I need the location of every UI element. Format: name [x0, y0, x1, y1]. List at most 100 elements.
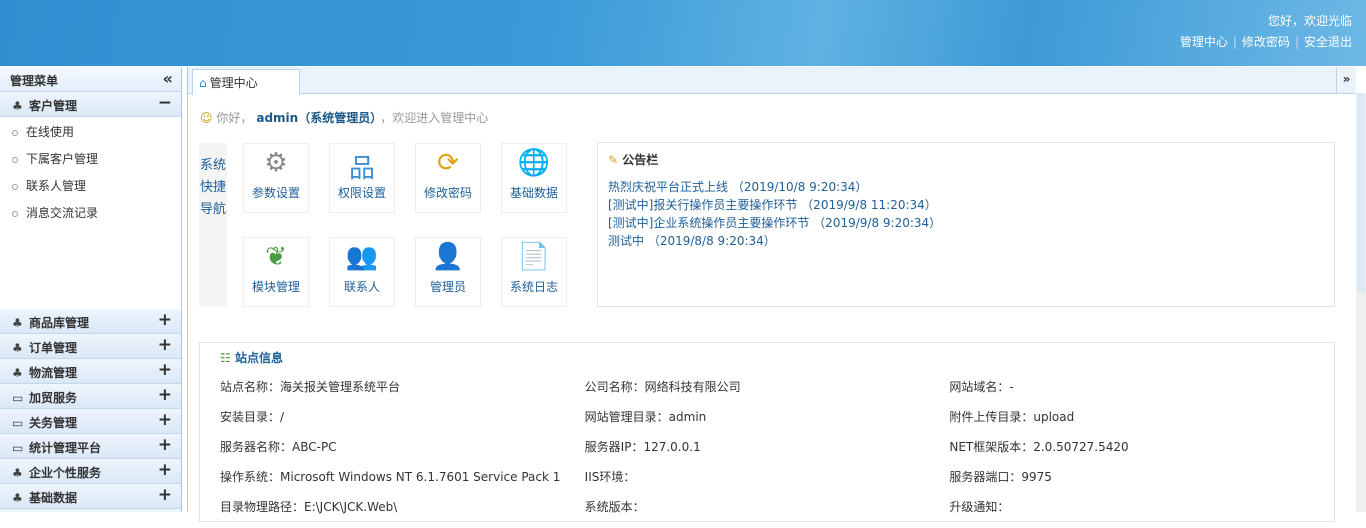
notice-title: 公告栏 — [622, 153, 659, 167]
site-info-cell: 操作系统：Microsoft Windows NT 6.1.7601 Servi… — [220, 470, 561, 484]
quicknav-icon: ❦ — [265, 242, 287, 272]
sidebar-group[interactable]: ▭ 关务管理 + — [0, 409, 181, 434]
quicknav-label: 管理员 — [429, 280, 466, 294]
bullet-icon — [12, 130, 18, 136]
site-info-row: 操作系统：Microsoft Windows NT 6.1.7601 Servi… — [220, 468, 1314, 498]
quicknav-item[interactable]: 🌐 基础数据 — [501, 143, 567, 213]
group-label: 商品库管理 — [29, 316, 90, 330]
monitor-icon: ▭ — [12, 391, 24, 405]
site-info-cell: 网站管理目录：admin — [584, 410, 707, 424]
tab-more-icon[interactable]: » — [1336, 67, 1356, 94]
quicknav-label: 模块管理 — [251, 280, 300, 294]
greeting: ☺ 你好， admin（系统管理员） ，欢迎进入管理中心 — [200, 109, 488, 126]
sidebar: 管理菜单 « ♣ 客户管理 − 在线使用下属客户管理联系人管理消息交流记录 ♣ 商品库管… — [0, 67, 182, 512]
sidebar-item[interactable]: 在线使用 — [0, 117, 181, 144]
quicknav-item[interactable]: 📄 系统日志 — [501, 237, 567, 307]
sidebar-group[interactable]: ♣ 商品库管理 + — [0, 309, 181, 334]
quicknav-label: 基础数据 — [509, 186, 558, 200]
quicknav-item[interactable]: 👥 联系人 — [329, 237, 395, 307]
sidebar-group-customer[interactable]: ♣ 客户管理 − — [0, 92, 181, 117]
plus-icon[interactable]: + — [158, 485, 172, 505]
quicknav-item[interactable]: 品权限设置 — [329, 143, 395, 213]
quicknav-item[interactable]: 👤 管理员 — [415, 237, 481, 307]
admin-center-link[interactable]: 管理中心 — [1180, 35, 1228, 49]
bullet-icon — [12, 184, 18, 190]
leaf-icon: ♣ — [12, 316, 23, 330]
sidebar-group[interactable]: ♣ 企业个性服务 + — [0, 459, 181, 484]
leaf-icon: ♣ — [12, 341, 23, 355]
sidebar-item[interactable]: 下属客户管理 — [0, 144, 181, 171]
quicknav-icon: ⟳ — [437, 148, 459, 178]
quicknav-icon: 📄 — [517, 242, 551, 272]
user-icon: ☺ — [200, 111, 213, 125]
quicknav-label: 联系人 — [343, 280, 380, 294]
scrollbar[interactable] — [1356, 93, 1366, 512]
sidebar-group[interactable]: ♣ 物流管理 + — [0, 359, 181, 384]
quicknav-icon: 👥 — [345, 242, 379, 272]
notice-board: ✎ 公告栏 热烈庆祝平台正式上线 （2019/10/8 9:20:34） [测试中… — [597, 142, 1335, 307]
plus-icon[interactable]: + — [158, 460, 172, 480]
tab-label: 管理中心 — [209, 76, 258, 90]
sidebar-title-text: 管理菜单 — [10, 74, 59, 88]
group-label: 企业个性服务 — [29, 466, 102, 480]
change-password-link[interactable]: 修改密码 — [1242, 35, 1290, 49]
sidebar-item[interactable]: 消息交流记录 — [0, 198, 181, 225]
megaphone-icon: ✎ — [608, 153, 619, 167]
quicknav-item[interactable]: ⚙ 参数设置 — [243, 143, 309, 213]
quicknav-label: 权限设置 — [337, 186, 386, 200]
greeting-user: admin（系统管理员） — [256, 111, 377, 125]
header-banner: 您好，欢迎光临 管理中心 | 修改密码 | 安全退出 — [0, 0, 1366, 66]
sidebar-group[interactable]: ▭ 加贸服务 + — [0, 384, 181, 409]
notice-link[interactable]: [测试中]企业系统操作员主要操作环节 （2019/9/8 9:20:34） — [608, 214, 1324, 232]
group-label: 客户管理 — [29, 99, 78, 113]
notice-link[interactable]: 测试中 （2019/8/8 9:20:34） — [608, 232, 1324, 250]
quicknav-label: 系统日志 — [509, 280, 558, 294]
quicknav-icon: ⚙ — [264, 148, 288, 178]
plus-icon[interactable]: + — [158, 385, 172, 405]
sidebar-item[interactable]: 联系人管理 — [0, 171, 181, 198]
plus-icon[interactable]: + — [158, 360, 172, 380]
plus-icon[interactable]: + — [158, 310, 172, 330]
notice-link[interactable]: [测试中]报关行操作员主要操作环节 （2019/9/8 11:20:34） — [608, 196, 1324, 214]
quicknav-item[interactable]: ⟳ 修改密码 — [415, 143, 481, 213]
site-info-row: 站点名称：海关报关管理系统平台 公司名称：网络科技有限公司 网站域名：- — [220, 378, 1314, 408]
greeting-suffix: ，欢迎进入管理中心 — [380, 111, 489, 125]
site-info-row: 目录物理路径：E:\JCK\JCK.Web\ 系统版本： 升级通知： — [220, 498, 1314, 528]
collapse-icon[interactable]: « — [163, 69, 173, 88]
sidebar-item-label: 在线使用 — [26, 125, 75, 139]
sidebar-item-label: 下属客户管理 — [26, 152, 99, 166]
greeting-prefix: 你好， — [216, 111, 253, 125]
main-panel: ⌂ 管理中心 » ☺ 你好， admin（系统管理员） ，欢迎进入管理中心 系统快捷导… — [187, 67, 1356, 522]
sitemap-icon: ☷ — [220, 351, 231, 365]
plus-icon[interactable]: + — [158, 410, 172, 430]
site-info-cell: 网站域名：- — [949, 380, 1014, 394]
sidebar-group[interactable]: ♣ 订单管理 + — [0, 334, 181, 359]
site-info-cell: 附件上传目录：upload — [949, 410, 1075, 424]
leaf-icon: ♣ — [12, 366, 23, 380]
quicknav-icon: 🌐 — [517, 148, 551, 178]
tab-bar: ⌂ 管理中心 » — [188, 67, 1356, 95]
bullet-icon — [12, 157, 18, 163]
sidebar-group[interactable]: ▭ 统计管理平台 + — [0, 434, 181, 459]
quicknav-icon: 👤 — [431, 242, 465, 272]
quicknav-title: 系统快捷导航 — [199, 143, 227, 307]
quicknav-item[interactable]: ❦ 模块管理 — [243, 237, 309, 307]
group-label: 统计管理平台 — [29, 441, 102, 455]
plus-icon[interactable]: + — [158, 435, 172, 455]
logout-link[interactable]: 安全退出 — [1304, 35, 1352, 49]
minus-icon[interactable]: − — [158, 93, 172, 113]
site-info-cell: 站点名称：海关报关管理系统平台 — [220, 380, 401, 394]
site-info-row: 安装目录：/ 网站管理目录：admin 附件上传目录：upload — [220, 408, 1314, 438]
quicknav-icon: 品 — [348, 154, 375, 184]
tab-admin-center[interactable]: ⌂ 管理中心 — [192, 69, 300, 95]
plus-icon[interactable]: + — [158, 335, 172, 355]
sidebar-group[interactable]: ♣ 基础数据 + — [0, 484, 181, 509]
leaf-icon: ♣ — [12, 466, 23, 480]
sidebar-item-label: 消息交流记录 — [26, 206, 99, 220]
sidebar-title: 管理菜单 « — [0, 67, 181, 92]
notice-link[interactable]: 热烈庆祝平台正式上线 （2019/10/8 9:20:34） — [608, 178, 1324, 196]
site-info-cell: NET框架版本：2.0.50727.5420 — [949, 440, 1129, 454]
leaf-icon: ♣ — [12, 491, 23, 505]
top-links: 管理中心 | 修改密码 | 安全退出 — [1179, 35, 1352, 49]
group-label: 订单管理 — [29, 341, 78, 355]
